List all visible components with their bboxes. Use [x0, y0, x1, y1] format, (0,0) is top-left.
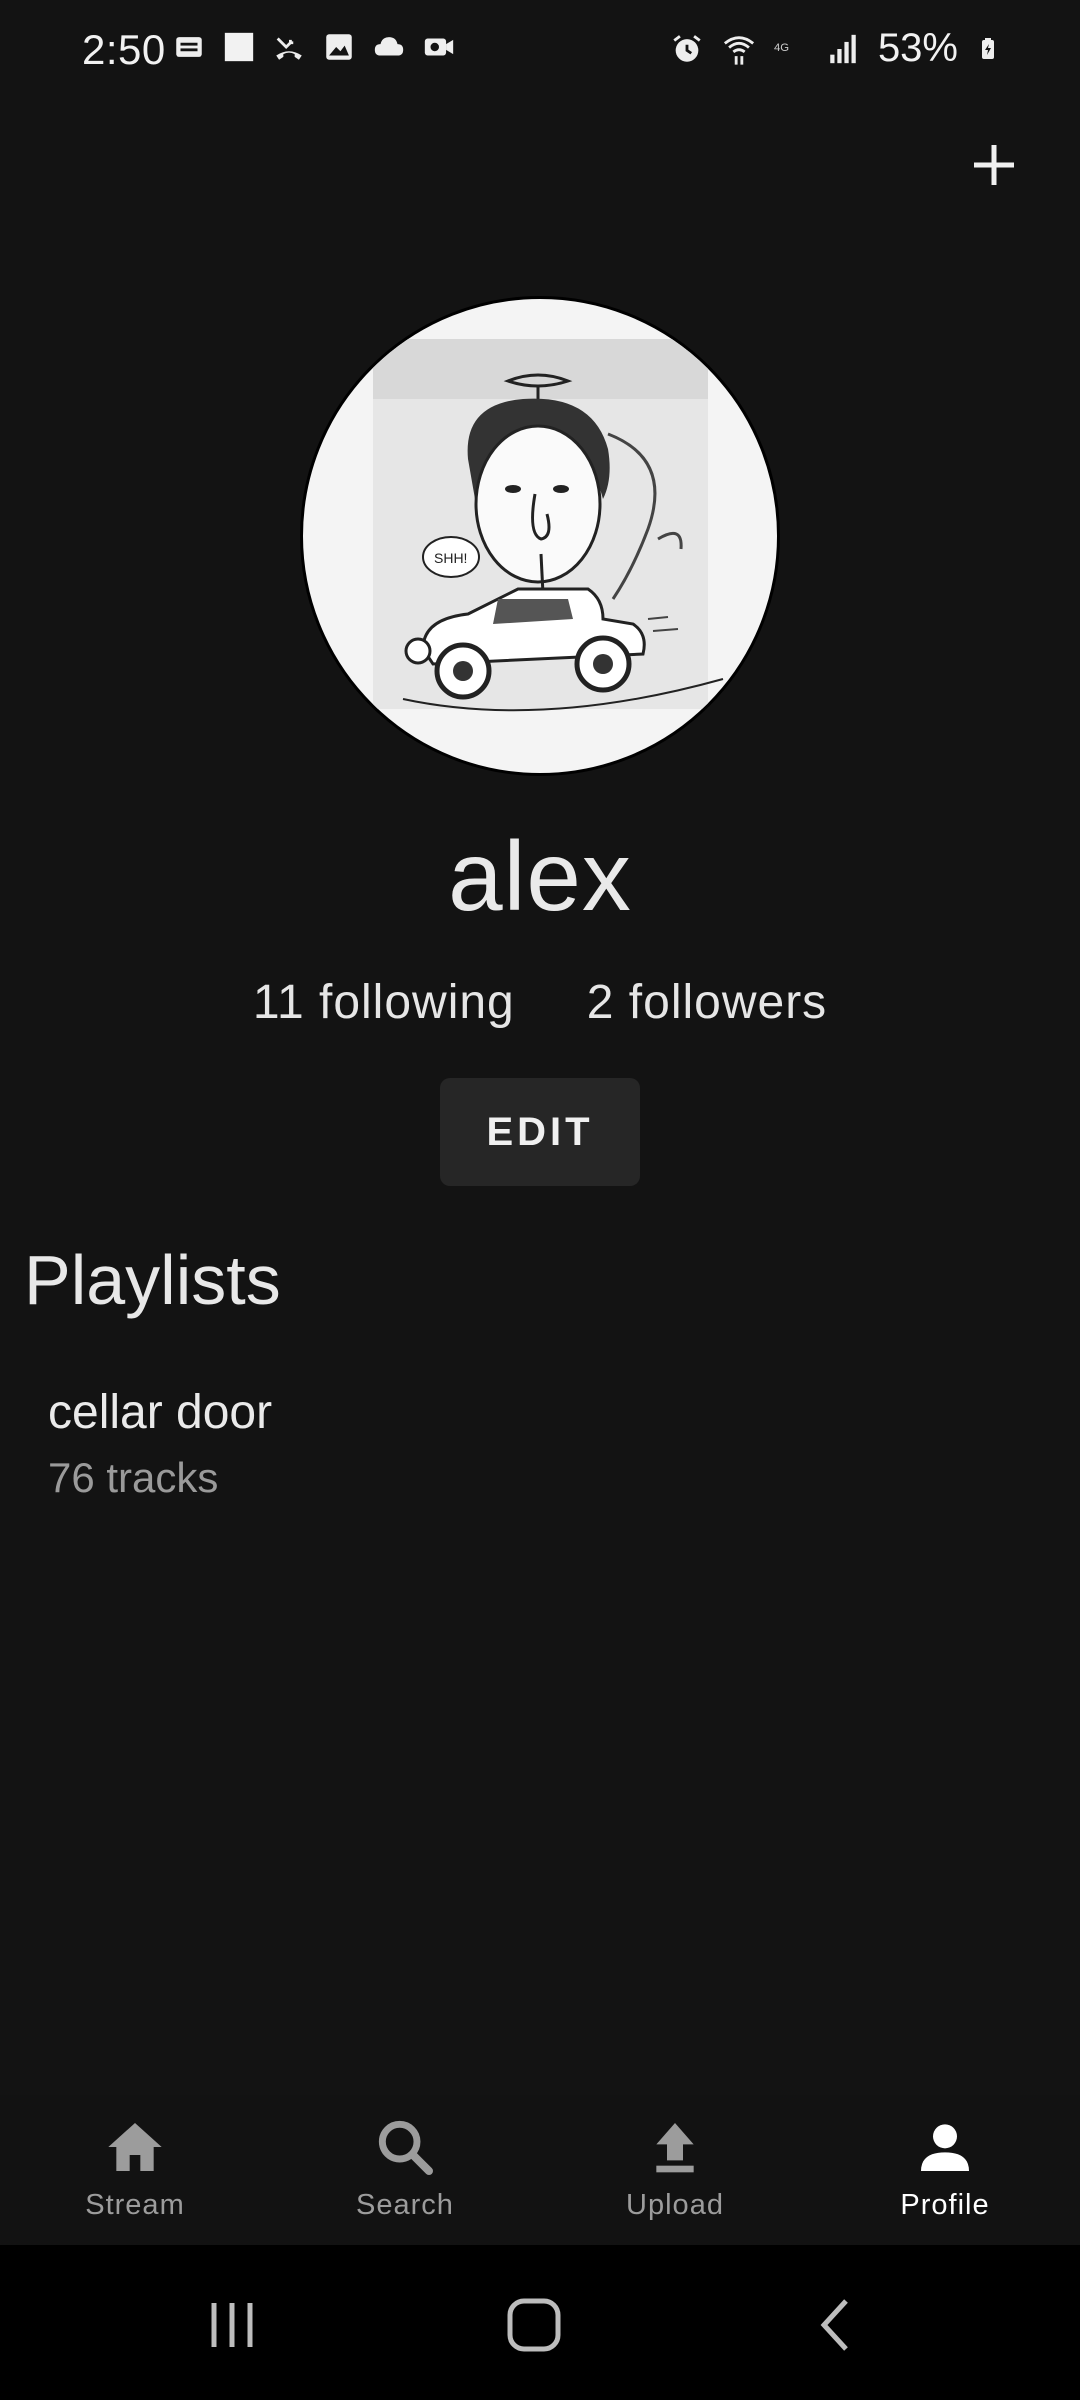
wifi-icon: [723, 35, 754, 65]
profile-avatar[interactable]: SHH!: [300, 296, 780, 776]
gallery-icon: [326, 34, 352, 60]
recent-apps-icon: [211, 2303, 253, 2347]
profile-name: alex: [448, 821, 632, 931]
nav-search[interactable]: Search: [270, 2095, 540, 2245]
nav-profile[interactable]: Profile: [810, 2095, 1080, 2245]
square-icon: [224, 32, 254, 62]
news-icon: [176, 37, 202, 57]
status-bar: 2:50 4G 53%: [0, 0, 1080, 100]
add-button[interactable]: [954, 125, 1034, 205]
nav-upload[interactable]: Upload: [540, 2095, 810, 2245]
nav-search-label: Search: [356, 2189, 454, 2221]
nav-stream-label: Stream: [85, 2189, 185, 2221]
following-count[interactable]: 11 following: [253, 975, 515, 1030]
nav-stream[interactable]: Stream: [0, 2095, 270, 2245]
system-status-icons: 4G 53%: [670, 26, 1000, 71]
svg-text:4G: 4G: [774, 41, 789, 53]
battery-charging-icon: [982, 37, 994, 59]
cloud-icon: [374, 37, 404, 56]
follow-counts: 11 following 2 followers: [0, 975, 1080, 1030]
status-time: 2:50: [82, 26, 166, 73]
edit-profile-button[interactable]: EDIT: [440, 1078, 640, 1186]
back-button[interactable]: [796, 2285, 876, 2365]
upload-icon: [656, 2123, 694, 2173]
followers-count[interactable]: 2 followers: [587, 975, 827, 1030]
nav-upload-label: Upload: [626, 2189, 724, 2221]
nav-profile-label: Profile: [900, 2189, 990, 2221]
cellular-signal-icon: [830, 34, 856, 63]
video-icon: [424, 38, 454, 56]
person-icon: [921, 2124, 969, 2171]
recent-apps-button[interactable]: [192, 2285, 272, 2365]
battery-percent: 53%: [877, 26, 958, 70]
back-arrow-icon: [820, 2299, 848, 2351]
playlist-item[interactable]: cellar door 76 tracks: [48, 1385, 1032, 1505]
bottom-navigation: Stream Search Upload Profile: [0, 2095, 1080, 2245]
plus-icon: [974, 145, 1014, 185]
search-icon: [378, 2120, 433, 2175]
system-navigation-bar: [0, 2245, 1080, 2400]
home-icon: [108, 2123, 162, 2171]
4g-signal-icon: 4G: [774, 41, 789, 53]
alarm-icon: [673, 34, 701, 62]
svg-text:SHH!: SHH!: [434, 550, 467, 566]
caricature-avatar: SHH!: [373, 339, 724, 712]
missed-call-icon: [276, 37, 302, 60]
notification-icons: [172, 30, 456, 64]
playlist-name: cellar door: [48, 1386, 273, 1439]
home-button[interactable]: [494, 2285, 574, 2365]
playlist-track-count: 76 tracks: [48, 1454, 219, 1501]
playlists-heading: Playlists: [24, 1241, 281, 1319]
home-square-icon: [507, 2298, 561, 2352]
